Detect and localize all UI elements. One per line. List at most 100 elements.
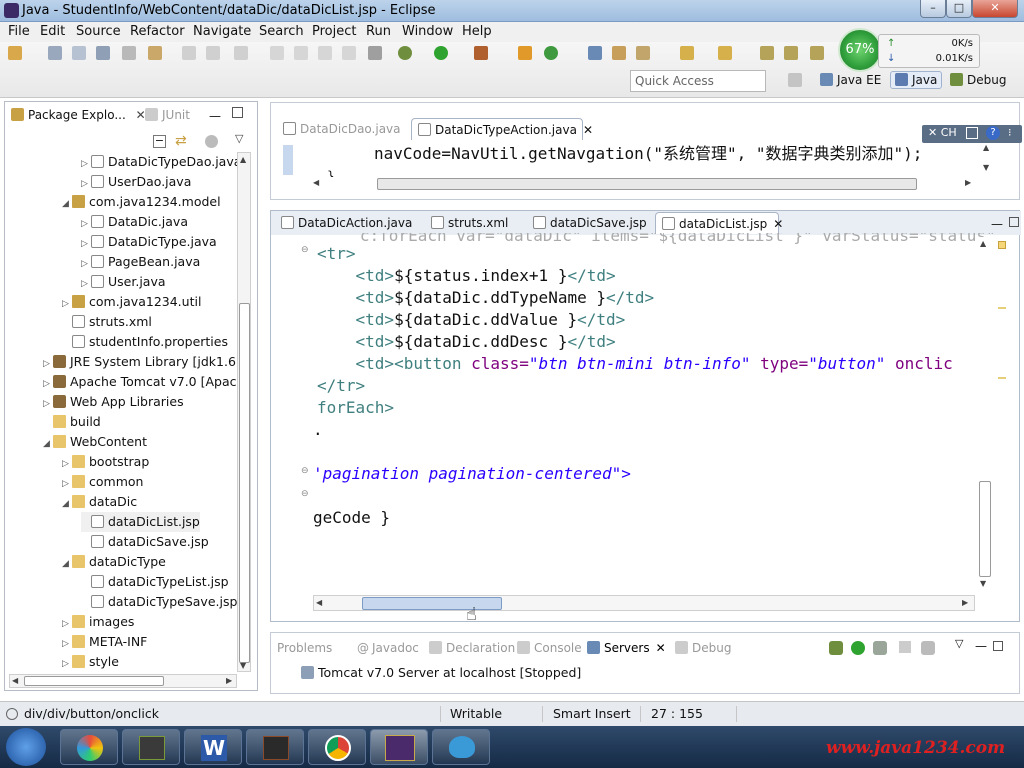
explorer-vscroll-thumb[interactable] — [239, 303, 250, 663]
scroll-right-icon[interactable]: ▶ — [226, 676, 232, 685]
tab-datadiclist-jsp[interactable]: dataDicList.jsp ✕ — [655, 212, 783, 234]
suspend-icon[interactable] — [294, 46, 308, 60]
collapsed-arrow-icon[interactable]: ▷ — [81, 274, 91, 294]
tab-servers[interactable]: Servers ✕ — [587, 641, 666, 655]
minimize-view-icon[interactable]: — — [209, 109, 221, 123]
tree-item[interactable]: ▷ com.java1234.util — [62, 292, 201, 312]
collapsed-arrow-icon[interactable]: ▷ — [43, 374, 53, 394]
minimize-editor-icon[interactable]: — — [991, 217, 1003, 231]
tree-item[interactable]: ▷ User.java — [81, 272, 166, 292]
expanded-arrow-icon[interactable]: ◢ — [62, 194, 72, 214]
tab-problems[interactable]: Problems — [277, 641, 332, 655]
tab-declaration[interactable]: Declaration — [429, 641, 515, 655]
quick-access-input[interactable]: Quick Access — [630, 70, 766, 92]
new-icon[interactable] — [8, 46, 22, 60]
taskbar-app-terminal[interactable] — [122, 729, 180, 765]
resume-icon[interactable] — [270, 46, 284, 60]
expanded-arrow-icon[interactable]: ◢ — [62, 494, 72, 514]
close-button[interactable]: ✕ — [972, 0, 1018, 18]
tree-item[interactable]: ◢ com.java1234.model — [62, 192, 221, 212]
tree-item[interactable]: studentInfo.properties — [62, 332, 228, 352]
profile-server-icon[interactable] — [873, 641, 887, 655]
expanded-arrow-icon[interactable]: ◢ — [43, 434, 53, 454]
print-icon[interactable] — [96, 46, 110, 60]
tree-item[interactable]: ▷ common — [62, 472, 143, 492]
tab-junit[interactable]: JUnit — [145, 108, 190, 122]
prev-annotation-icon[interactable] — [718, 46, 732, 60]
menu-search[interactable]: Search — [259, 24, 304, 39]
collapsed-arrow-icon[interactable]: ▷ — [81, 254, 91, 274]
top-editor-hscroll-thumb[interactable] — [377, 178, 917, 190]
keyboard-icon[interactable] — [966, 127, 978, 139]
help-icon[interactable]: ? — [986, 126, 1000, 140]
disconnect-icon[interactable] — [342, 46, 356, 60]
main-editor-hscroll-thumb[interactable] — [362, 597, 502, 610]
tab-javadoc[interactable]: @ Javadoc — [357, 641, 419, 655]
fold-marker-icon[interactable]: ⊖ — [301, 245, 309, 255]
menu-source[interactable]: Source — [76, 24, 121, 39]
collapsed-arrow-icon[interactable]: ▷ — [62, 654, 72, 674]
tree-item[interactable]: ▷ META-INF — [62, 632, 147, 652]
collapsed-arrow-icon[interactable]: ▷ — [43, 354, 53, 374]
top-editor-hscroll[interactable]: ◀ ▶ — [313, 177, 973, 191]
collapsed-arrow-icon[interactable]: ▷ — [43, 394, 53, 414]
settings-icon[interactable]: ⁝ — [1008, 126, 1012, 139]
new-java-project-icon[interactable] — [518, 46, 532, 60]
collapsed-arrow-icon[interactable]: ▷ — [62, 474, 72, 494]
menu-refactor[interactable]: Refactor — [130, 24, 185, 39]
collapsed-arrow-icon[interactable]: ▷ — [81, 234, 91, 254]
scroll-up-icon[interactable]: ▲ — [240, 155, 246, 164]
view-menu-icon[interactable]: ▽ — [235, 132, 243, 145]
tree-item[interactable]: dataDicTypeSave.jsp — [81, 592, 237, 612]
minimize-button[interactable]: – — [920, 0, 946, 18]
search-icon[interactable] — [636, 46, 650, 60]
tree-item[interactable]: dataDicList.jsp — [81, 512, 200, 532]
fold-marker-icon[interactable]: ⊖ — [301, 466, 309, 476]
main-editor-hscroll[interactable]: ◀ ▶ — [313, 595, 975, 611]
tree-item[interactable]: ▷ JRE System Library [jdk1.6] — [43, 352, 241, 372]
stop-server-icon[interactable] — [899, 641, 911, 653]
open-task-icon[interactable] — [612, 46, 626, 60]
maximize-view-icon[interactable] — [993, 641, 1003, 651]
redo-icon[interactable] — [206, 46, 220, 60]
main-editor-vscroll[interactable]: ▲ ▼ — [977, 237, 993, 588]
menu-help[interactable]: Help — [462, 24, 492, 39]
taskbar-app-wps[interactable]: W — [184, 729, 242, 765]
tree-item[interactable]: dataDicSave.jsp — [81, 532, 209, 552]
scroll-left-icon[interactable]: ◀ — [313, 178, 319, 187]
next-annotation-icon[interactable] — [680, 46, 694, 60]
menu-file[interactable]: File — [8, 24, 30, 39]
tree-item[interactable]: ▷ DataDicType.java — [81, 232, 217, 252]
undo-icon[interactable] — [182, 46, 196, 60]
tree-item[interactable]: ▷ Web App Libraries — [43, 392, 184, 412]
tree-item[interactable]: ▷ images — [62, 612, 134, 632]
tree-item[interactable]: dataDicTypeList.jsp — [81, 572, 229, 592]
perspective-java-ee[interactable]: Java EE — [820, 73, 881, 87]
last-edit-icon[interactable] — [760, 46, 774, 60]
tree-item[interactable]: ▷ DataDicTypeDao.java — [81, 152, 241, 172]
close-tab-icon[interactable]: ✕ — [583, 123, 593, 137]
view-menu-icon[interactable]: ▽ — [955, 637, 963, 650]
scroll-right-icon[interactable]: ▶ — [965, 178, 971, 187]
collapsed-arrow-icon[interactable]: ▷ — [62, 614, 72, 634]
forward-icon[interactable] — [810, 46, 824, 60]
maximize-view-icon[interactable] — [232, 107, 243, 118]
overview-marker[interactable] — [998, 307, 1006, 309]
skip-breakpoints-icon[interactable] — [368, 46, 382, 60]
ch-indicator-icon[interactable]: ✕ CH — [928, 126, 957, 139]
scroll-right-icon[interactable]: ▶ — [962, 598, 968, 607]
scroll-down-icon[interactable]: ▼ — [983, 163, 989, 172]
new-class-icon[interactable] — [544, 46, 558, 60]
explorer-hscroll-thumb[interactable] — [24, 676, 164, 686]
overview-warning-marker[interactable] — [998, 241, 1006, 249]
server-row[interactable]: Tomcat v7.0 Server at localhost [Stopped… — [301, 665, 581, 680]
fold-marker-icon[interactable]: ⊖ — [301, 489, 309, 499]
scroll-left-icon[interactable]: ◀ — [12, 676, 18, 685]
taskbar-app-chrome[interactable] — [308, 729, 366, 765]
menu-navigate[interactable]: Navigate — [193, 24, 251, 39]
open-type-icon[interactable] — [588, 46, 602, 60]
focus-icon[interactable] — [205, 135, 218, 148]
terminate-icon[interactable] — [318, 46, 332, 60]
publish-server-icon[interactable] — [921, 641, 935, 655]
collapse-all-icon[interactable]: − — [153, 135, 166, 148]
